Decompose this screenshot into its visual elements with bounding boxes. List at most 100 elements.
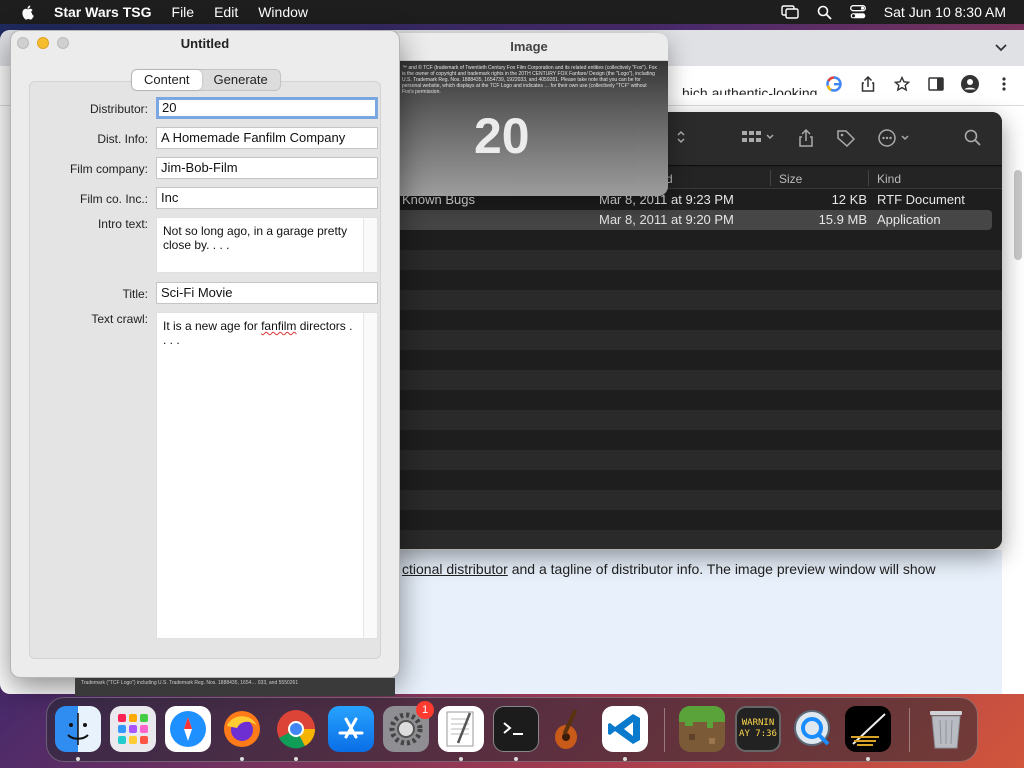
menu-edit[interactable]: Edit	[214, 4, 238, 20]
empty-row	[392, 330, 1002, 350]
film-inc-field[interactable]: Inc	[156, 187, 378, 209]
column-divider[interactable]	[770, 170, 771, 186]
console-text-line: WARNIN	[741, 718, 775, 728]
film-company-label: Film company:	[69, 162, 148, 176]
textedit-app-icon[interactable]	[438, 706, 484, 752]
finder-share-icon[interactable]	[798, 129, 814, 147]
minimize-button[interactable]	[37, 37, 49, 49]
quicktime-app-icon[interactable]	[790, 706, 836, 752]
terminal-app-icon[interactable]	[493, 706, 539, 752]
content-panel: Distributor: 20 Dist. Info: A Homemade F…	[29, 81, 381, 659]
console-app-icon[interactable]: WARNIN AY 7:36	[735, 706, 781, 752]
text-crawl-scrollbar[interactable]	[363, 313, 377, 638]
film-company-field[interactable]: Jim-Bob-Film	[156, 157, 378, 179]
empty-row	[392, 230, 1002, 250]
empty-row	[392, 370, 1002, 390]
dock-divider	[909, 708, 910, 752]
finder-app-icon[interactable]	[55, 706, 101, 752]
page-scrollbar[interactable]	[1014, 170, 1022, 260]
file-size: 15.9 MB	[818, 212, 867, 227]
running-indicator	[76, 757, 80, 761]
dock-divider	[664, 708, 665, 752]
image-window-title: Image	[390, 33, 668, 61]
safari-app-icon[interactable]	[165, 706, 211, 752]
minecraft-app-icon[interactable]	[679, 706, 725, 752]
empty-row	[392, 470, 1002, 490]
empty-row	[392, 510, 1002, 530]
empty-row	[392, 490, 1002, 510]
file-kind: RTF Document	[877, 192, 965, 207]
menu-file[interactable]: File	[172, 4, 195, 20]
running-indicator	[240, 757, 244, 761]
empty-row	[392, 410, 1002, 430]
empty-row	[392, 310, 1002, 330]
desktop-snippet: Trademark ("TCF Logo") including U.S. Tr…	[75, 678, 395, 696]
file-row-selected[interactable]: Mar 8, 2011 at 9:20 PM 15.9 MB Applicati…	[392, 210, 992, 230]
running-indicator	[294, 757, 298, 761]
distributor-label: Distributor:	[89, 102, 148, 116]
close-button[interactable]	[17, 37, 29, 49]
title-field[interactable]: Sci-Fi Movie	[156, 282, 378, 304]
tag-icon[interactable]	[836, 129, 856, 147]
finder-file-list: Known Bugs Mar 8, 2011 at 9:23 PM 12 KB …	[392, 190, 1002, 549]
menu-app-name[interactable]: Star Wars TSG	[54, 4, 152, 20]
page-text-top: …hich authentic-looking.	[668, 85, 822, 95]
finder-search-icon[interactable]	[964, 129, 982, 147]
running-indicator	[623, 757, 627, 761]
image-preview-window[interactable]: Image ™ and © TCF (trademark of Twentiet…	[390, 33, 668, 196]
file-kind: Application	[877, 212, 941, 227]
empty-row	[392, 290, 1002, 310]
sort-chevrons-icon[interactable]	[676, 129, 686, 145]
empty-row	[392, 350, 1002, 370]
app-store-app-icon[interactable]	[328, 706, 374, 752]
column-size[interactable]: Size	[779, 172, 802, 186]
running-indicator	[459, 757, 463, 761]
action-menu-icon[interactable]	[878, 129, 914, 147]
text-crawl-area[interactable]: It is a new age for fanfilm directors . …	[156, 312, 378, 639]
firefox-app-icon[interactable]	[219, 706, 265, 752]
tab-generate[interactable]: Generate	[202, 70, 280, 90]
running-indicator	[514, 757, 518, 761]
column-kind[interactable]: Kind	[877, 172, 901, 186]
text-crawl-label: Text crawl:	[91, 312, 148, 326]
notification-badge: 1	[416, 701, 434, 719]
tab-switcher: Content Generate	[131, 69, 281, 91]
dist-info-field[interactable]: A Homemade Fanfilm Company	[156, 127, 378, 149]
screen-mirroring-icon[interactable]	[781, 5, 799, 19]
dist-info-label: Dist. Info:	[97, 132, 148, 146]
column-divider[interactable]	[868, 170, 869, 186]
window-titlebar[interactable]: Untitled	[11, 31, 399, 57]
console-text-line: AY 7:36	[739, 729, 777, 739]
star-wars-tsg-app-icon[interactable]	[845, 706, 891, 752]
chrome-app-icon[interactable]	[273, 706, 319, 752]
menu-clock[interactable]: Sat Jun 10 8:30 AM	[884, 4, 1006, 20]
text-crawl-misspelled-word: fanfilm	[261, 319, 297, 333]
tab-search-chevron-icon[interactable]	[994, 40, 1008, 54]
empty-row	[392, 250, 1002, 270]
page-paragraph: ctional distributor and a tagline of dis…	[402, 561, 936, 577]
menu-window[interactable]: Window	[258, 4, 308, 20]
vscode-app-icon[interactable]	[602, 706, 648, 752]
view-grid-icon[interactable]	[742, 129, 776, 145]
distributor-field[interactable]: 20	[156, 97, 378, 119]
intro-text-label: Intro text:	[97, 217, 148, 231]
intro-scrollbar[interactable]	[363, 218, 377, 272]
empty-row	[392, 450, 1002, 470]
dock: 1 WARNIN AY 7:36	[46, 697, 978, 762]
garageband-app-icon[interactable]	[547, 706, 593, 752]
text-crawl-part: It is a new age for	[163, 319, 262, 333]
apple-menu-icon[interactable]	[20, 4, 36, 20]
system-settings-app-icon[interactable]: 1	[383, 701, 434, 752]
intro-text-area[interactable]: Not so long ago, in a garage pretty clos…	[156, 217, 378, 273]
file-date: Mar 8, 2011 at 9:20 PM	[599, 212, 734, 227]
empty-row	[392, 270, 1002, 290]
zoom-button[interactable]	[57, 37, 69, 49]
control-center-icon[interactable]	[849, 5, 866, 19]
trash-icon[interactable]	[923, 706, 969, 752]
intro-text-value: Not so long ago, in a garage pretty clos…	[163, 224, 348, 252]
spotlight-search-icon[interactable]	[817, 5, 832, 20]
page-link[interactable]: ctional distributor	[402, 561, 508, 577]
page-paragraph-text: and a tagline of distributor info. The i…	[507, 561, 936, 577]
launchpad-app-icon[interactable]	[110, 706, 156, 752]
tab-content[interactable]: Content	[132, 70, 202, 90]
